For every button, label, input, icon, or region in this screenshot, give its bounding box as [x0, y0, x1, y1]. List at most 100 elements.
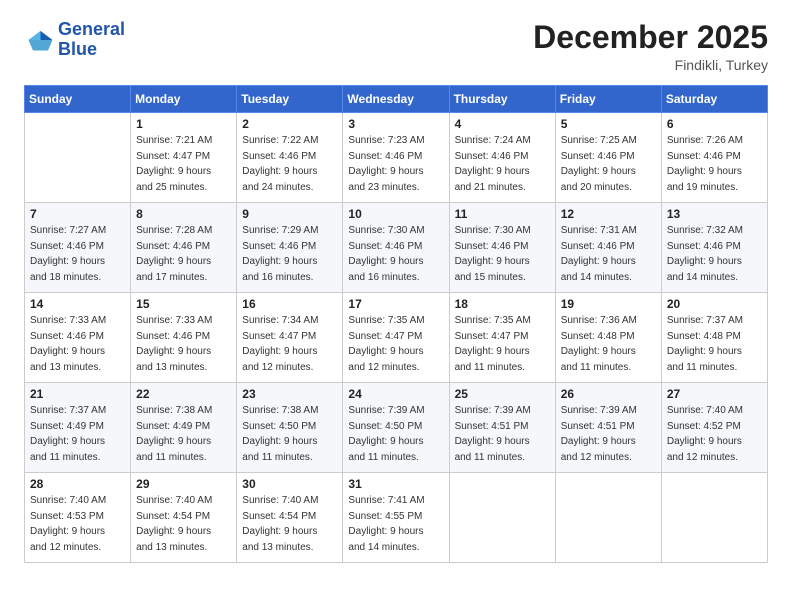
day-cell: 31Sunrise: 7:41 AM Sunset: 4:55 PM Dayli… [343, 473, 449, 563]
page: General Blue December 2025 Findikli, Tur… [0, 0, 792, 612]
day-info: Sunrise: 7:38 AM Sunset: 4:50 PM Dayligh… [242, 403, 337, 465]
day-cell: 8Sunrise: 7:28 AM Sunset: 4:46 PM Daylig… [131, 203, 237, 293]
week-row-1: 1 Sunrise: 7:21 AM Sunset: 4:47 PM Daylig… [25, 113, 768, 203]
day-number: 26 [561, 387, 656, 401]
day-cell: 15Sunrise: 7:33 AM Sunset: 4:46 PM Dayli… [131, 293, 237, 383]
day-cell: 21 Sunrise: 7:37 AM Sunset: 4:49 PM Dayli… [25, 383, 131, 473]
day-number: 30 [242, 477, 337, 491]
day-info: Sunrise: 7:21 AM Sunset: 4:47 PM Dayligh… [136, 133, 231, 195]
day-cell: 10 Sunrise: 7:30 AM Sunset: 4:46 PM Dayli… [343, 203, 449, 293]
day-cell: 7Sunrise: 7:27 AM Sunset: 4:46 PM Daylig… [25, 203, 131, 293]
col-header-thursday: Thursday [449, 86, 555, 113]
day-number: 16 [242, 297, 337, 311]
week-row-5: 28 Sunrise: 7:40 AM Sunset: 4:53 PM Dayli… [25, 473, 768, 563]
day-cell: 2 Sunrise: 7:22 AM Sunset: 4:46 PM Daylig… [237, 113, 343, 203]
day-cell: 19Sunrise: 7:36 AM Sunset: 4:48 PM Dayli… [555, 293, 661, 383]
day-cell [555, 473, 661, 563]
week-row-2: 7Sunrise: 7:27 AM Sunset: 4:46 PM Daylig… [25, 203, 768, 293]
day-info: Sunrise: 7:39 AM Sunset: 4:50 PM Dayligh… [348, 403, 443, 465]
day-info: Sunrise: 7:39 AM Sunset: 4:51 PM Dayligh… [561, 403, 656, 465]
day-info: Sunrise: 7:35 AM Sunset: 4:47 PM Dayligh… [455, 313, 550, 375]
day-info: Sunrise: 7:23 AM Sunset: 4:46 PM Dayligh… [348, 133, 443, 195]
day-info: Sunrise: 7:40 AM Sunset: 4:53 PM Dayligh… [30, 493, 125, 555]
day-info: Sunrise: 7:34 AM Sunset: 4:47 PM Dayligh… [242, 313, 337, 375]
day-info: Sunrise: 7:40 AM Sunset: 4:52 PM Dayligh… [667, 403, 762, 465]
logo-icon [24, 25, 54, 55]
day-cell: 28 Sunrise: 7:40 AM Sunset: 4:53 PM Dayli… [25, 473, 131, 563]
day-info: Sunrise: 7:32 AM Sunset: 4:46 PM Dayligh… [667, 223, 762, 285]
day-cell: 27Sunrise: 7:40 AM Sunset: 4:52 PM Dayli… [661, 383, 767, 473]
calendar-table: SundayMondayTuesdayWednesdayThursdayFrid… [24, 85, 768, 563]
week-row-3: 14 Sunrise: 7:33 AM Sunset: 4:46 PM Dayli… [25, 293, 768, 383]
day-number: 10 [348, 207, 443, 221]
day-number: 19 [561, 297, 656, 311]
day-number: 13 [667, 207, 762, 221]
day-info: Sunrise: 7:40 AM Sunset: 4:54 PM Dayligh… [242, 493, 337, 555]
day-cell: 14 Sunrise: 7:33 AM Sunset: 4:46 PM Dayli… [25, 293, 131, 383]
day-cell: 17Sunrise: 7:35 AM Sunset: 4:47 PM Dayli… [343, 293, 449, 383]
day-number: 9 [242, 207, 337, 221]
day-cell: 5Sunrise: 7:25 AM Sunset: 4:46 PM Daylig… [555, 113, 661, 203]
day-number: 24 [348, 387, 443, 401]
day-cell: 25 Sunrise: 7:39 AM Sunset: 4:51 PM Dayli… [449, 383, 555, 473]
day-cell [449, 473, 555, 563]
day-cell: 13 Sunrise: 7:32 AM Sunset: 4:46 PM Dayli… [661, 203, 767, 293]
col-header-saturday: Saturday [661, 86, 767, 113]
day-info: Sunrise: 7:37 AM Sunset: 4:48 PM Dayligh… [667, 313, 762, 375]
day-number: 11 [455, 207, 550, 221]
day-cell: 11 Sunrise: 7:30 AM Sunset: 4:46 PM Dayli… [449, 203, 555, 293]
logo: General Blue [24, 20, 125, 60]
month-title: December 2025 [533, 20, 768, 55]
day-cell: 1 Sunrise: 7:21 AM Sunset: 4:47 PM Daylig… [131, 113, 237, 203]
day-info: Sunrise: 7:22 AM Sunset: 4:46 PM Dayligh… [242, 133, 337, 195]
day-cell: 18Sunrise: 7:35 AM Sunset: 4:47 PM Dayli… [449, 293, 555, 383]
day-number: 6 [667, 117, 762, 131]
day-info: Sunrise: 7:40 AM Sunset: 4:54 PM Dayligh… [136, 493, 231, 555]
logo-text: General Blue [58, 20, 125, 60]
day-cell: 16 Sunrise: 7:34 AM Sunset: 4:47 PM Dayli… [237, 293, 343, 383]
day-cell: 24 Sunrise: 7:39 AM Sunset: 4:50 PM Dayli… [343, 383, 449, 473]
col-header-monday: Monday [131, 86, 237, 113]
day-cell: 20 Sunrise: 7:37 AM Sunset: 4:48 PM Dayli… [661, 293, 767, 383]
title-block: December 2025 Findikli, Turkey [533, 20, 768, 73]
week-row-4: 21 Sunrise: 7:37 AM Sunset: 4:49 PM Dayli… [25, 383, 768, 473]
col-header-wednesday: Wednesday [343, 86, 449, 113]
day-cell [25, 113, 131, 203]
day-cell: 29 Sunrise: 7:40 AM Sunset: 4:54 PM Dayli… [131, 473, 237, 563]
day-info: Sunrise: 7:41 AM Sunset: 4:55 PM Dayligh… [348, 493, 443, 555]
day-info: Sunrise: 7:39 AM Sunset: 4:51 PM Dayligh… [455, 403, 550, 465]
day-info: Sunrise: 7:27 AM Sunset: 4:46 PM Dayligh… [30, 223, 125, 285]
day-info: Sunrise: 7:24 AM Sunset: 4:46 PM Dayligh… [455, 133, 550, 195]
day-info: Sunrise: 7:30 AM Sunset: 4:46 PM Dayligh… [455, 223, 550, 285]
logo-line2: Blue [58, 40, 125, 60]
day-cell: 23Sunrise: 7:38 AM Sunset: 4:50 PM Dayli… [237, 383, 343, 473]
day-cell: 9 Sunrise: 7:29 AM Sunset: 4:46 PM Daylig… [237, 203, 343, 293]
day-number: 12 [561, 207, 656, 221]
day-cell [661, 473, 767, 563]
day-number: 28 [30, 477, 125, 491]
day-number: 4 [455, 117, 550, 131]
day-number: 21 [30, 387, 125, 401]
day-cell: 4 Sunrise: 7:24 AM Sunset: 4:46 PM Daylig… [449, 113, 555, 203]
day-info: Sunrise: 7:28 AM Sunset: 4:46 PM Dayligh… [136, 223, 231, 285]
day-number: 1 [136, 117, 231, 131]
day-number: 25 [455, 387, 550, 401]
day-number: 29 [136, 477, 231, 491]
day-info: Sunrise: 7:37 AM Sunset: 4:49 PM Dayligh… [30, 403, 125, 465]
day-number: 14 [30, 297, 125, 311]
day-cell: 26 Sunrise: 7:39 AM Sunset: 4:51 PM Dayli… [555, 383, 661, 473]
day-cell: 22Sunrise: 7:38 AM Sunset: 4:49 PM Dayli… [131, 383, 237, 473]
day-info: Sunrise: 7:30 AM Sunset: 4:46 PM Dayligh… [348, 223, 443, 285]
day-info: Sunrise: 7:29 AM Sunset: 4:46 PM Dayligh… [242, 223, 337, 285]
day-cell: 30 Sunrise: 7:40 AM Sunset: 4:54 PM Dayli… [237, 473, 343, 563]
calendar-header-row: SundayMondayTuesdayWednesdayThursdayFrid… [25, 86, 768, 113]
logo-line1: General [58, 20, 125, 40]
day-info: Sunrise: 7:38 AM Sunset: 4:49 PM Dayligh… [136, 403, 231, 465]
col-header-tuesday: Tuesday [237, 86, 343, 113]
day-number: 2 [242, 117, 337, 131]
day-info: Sunrise: 7:35 AM Sunset: 4:47 PM Dayligh… [348, 313, 443, 375]
day-number: 20 [667, 297, 762, 311]
day-cell: 6Sunrise: 7:26 AM Sunset: 4:46 PM Daylig… [661, 113, 767, 203]
location-subtitle: Findikli, Turkey [533, 57, 768, 73]
day-info: Sunrise: 7:33 AM Sunset: 4:46 PM Dayligh… [30, 313, 125, 375]
